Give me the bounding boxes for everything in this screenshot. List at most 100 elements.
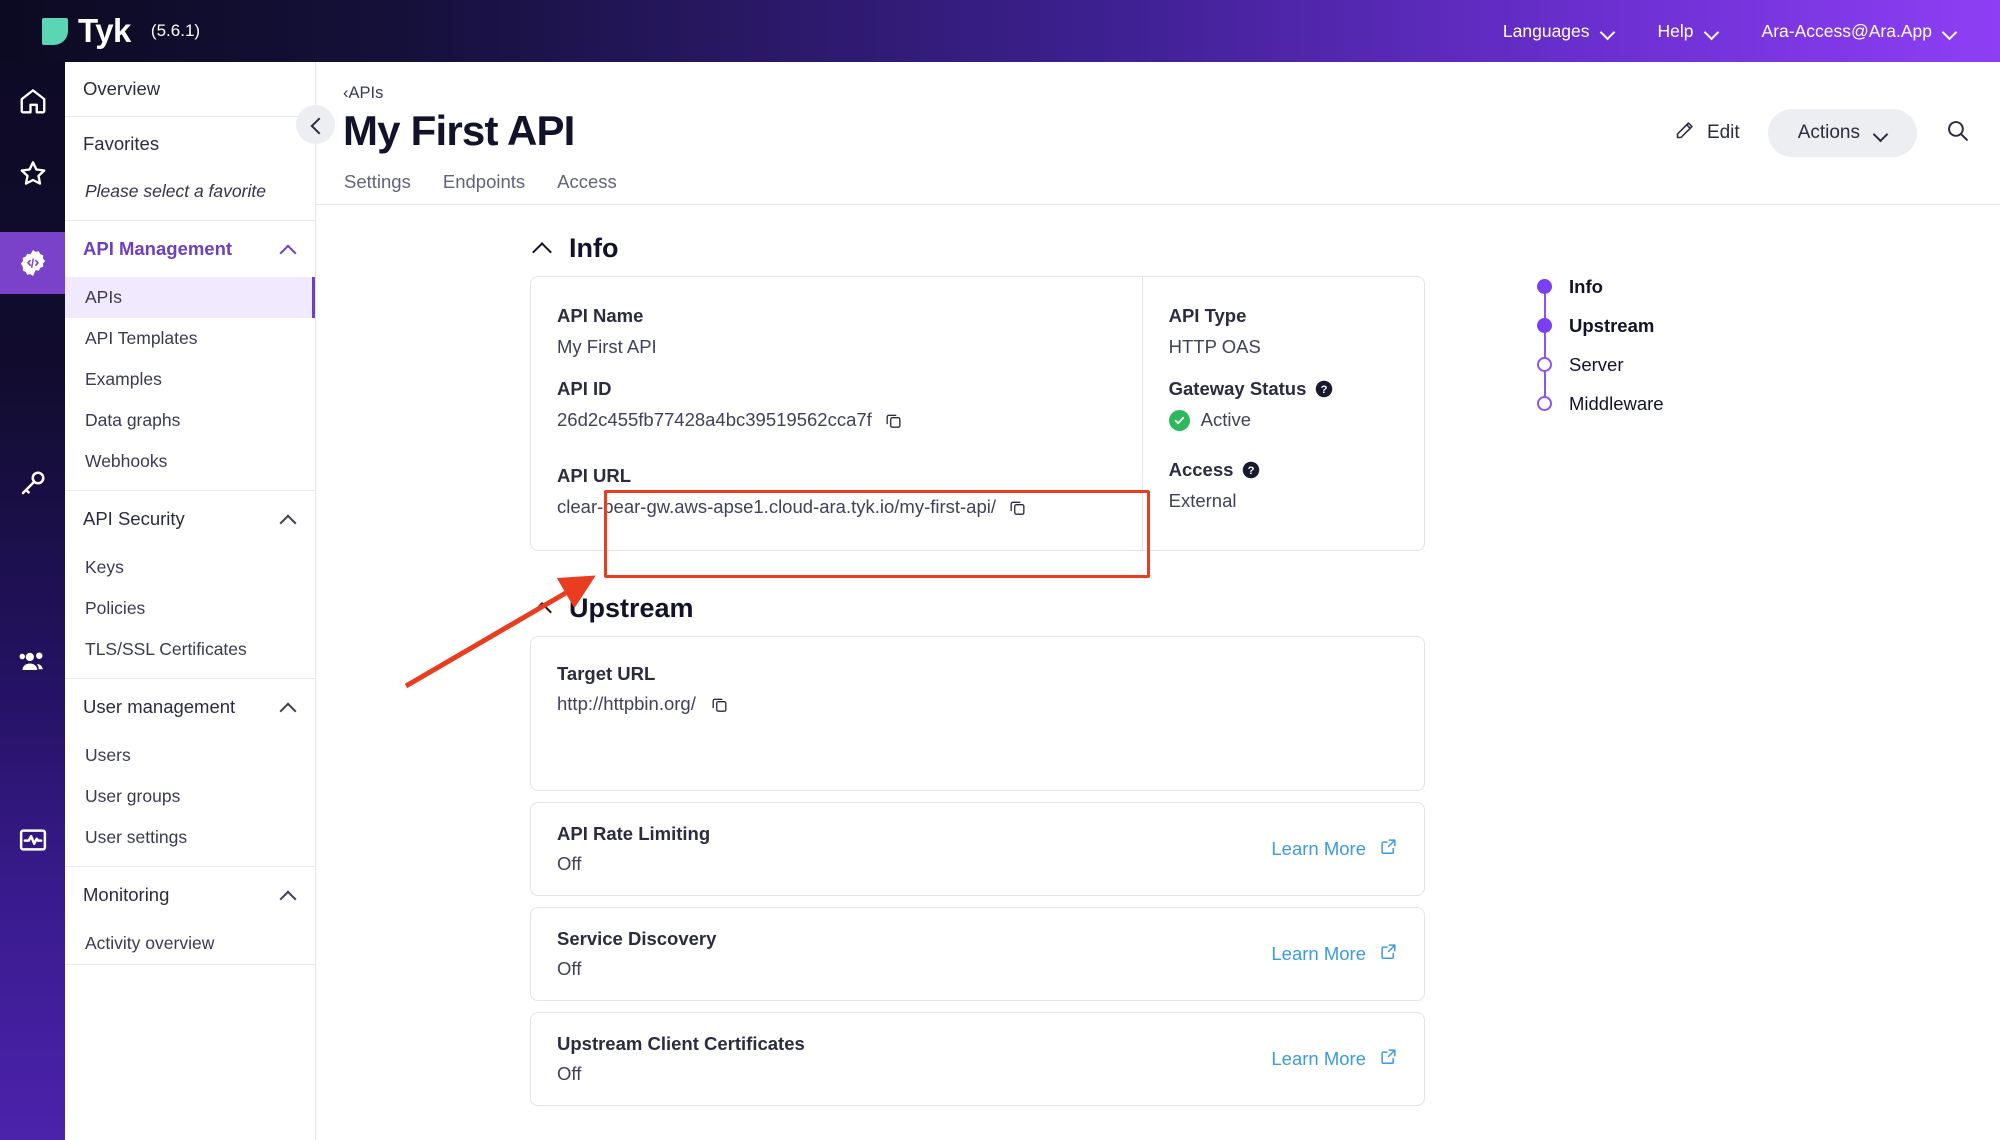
rail-item-api-management[interactable] (0, 232, 65, 294)
home-icon (18, 86, 48, 116)
breadcrumb[interactable]: ‹APIs (343, 84, 2000, 103)
actions-button[interactable]: Actions (1767, 109, 1917, 157)
chevron-up-icon (281, 703, 295, 712)
sidebar-collapse-button[interactable] (296, 105, 335, 144)
help-circle-icon[interactable]: ? (1242, 461, 1260, 479)
edit-button[interactable]: Edit (1674, 120, 1740, 147)
help-circle-icon[interactable]: ? (1315, 380, 1333, 398)
sidebar-section-api-security: API Security Keys Policies TLS/SSL Certi… (65, 491, 315, 679)
sidebar-group-api-security[interactable]: API Security (65, 491, 315, 547)
rail-item-home[interactable] (0, 70, 65, 132)
learn-more-link[interactable]: Learn More (1271, 942, 1398, 966)
chevron-up-icon (534, 243, 551, 254)
timeline-item-info[interactable]: Info (1531, 267, 1771, 306)
copy-icon[interactable] (884, 411, 903, 430)
timeline-connector (1543, 286, 1546, 404)
search-button[interactable] (1945, 118, 1970, 148)
sidebar-group-monitoring[interactable]: Monitoring (65, 867, 315, 923)
sidebar-item-user-groups[interactable]: User groups (65, 776, 315, 817)
rail-item-monitoring[interactable] (0, 809, 65, 871)
sidebar-item-policies[interactable]: Policies (65, 588, 315, 629)
timeline-dot-hollow-icon (1536, 357, 1552, 372)
gateway-status-label: Gateway Status (1168, 378, 1307, 399)
content-area: Info API Name My First API API ID 26d2c4… (316, 205, 2000, 1106)
external-link-icon (1379, 837, 1398, 861)
tab-access[interactable]: Access (557, 171, 617, 204)
search-icon (1945, 118, 1970, 148)
sidebar-item-user-settings[interactable]: User settings (65, 817, 315, 858)
chevron-down-icon (1705, 27, 1718, 35)
timeline-item-middleware[interactable]: Middleware (1531, 384, 1771, 423)
sidebar-item-overview[interactable]: Overview (65, 62, 315, 116)
sidebar-nav: Overview Favorites Please select a favor… (65, 62, 316, 1140)
chevron-down-icon (1601, 27, 1614, 35)
sidebar-item-apis[interactable]: APIs (65, 277, 315, 318)
timeline-item-server[interactable]: Server (1531, 345, 1771, 384)
upstream-client-certificates-row: Upstream Client Certificates Off Learn M… (530, 1012, 1425, 1106)
main-content: ‹APIs My First API Edit Actions Settings… (316, 62, 2000, 1140)
row-value: Off (557, 958, 582, 979)
row-value: Off (557, 853, 582, 874)
status-badge: Active (1168, 409, 1424, 431)
sidebar-group-user-management[interactable]: User management (65, 679, 315, 735)
info-section-header[interactable]: Info (534, 233, 2000, 264)
timeline-label: Info (1569, 275, 1603, 297)
sidebar-group-api-management[interactable]: API Management (65, 221, 315, 277)
api-type-value: HTTP OAS (1168, 336, 1261, 357)
svg-text:?: ? (1321, 384, 1328, 396)
api-name-field: API Name My First API (557, 305, 1142, 358)
version-label: (5.6.1) (150, 21, 201, 40)
help-menu[interactable]: Help (1658, 21, 1718, 42)
row-label: Upstream Client Certificates (557, 1033, 805, 1054)
sidebar-item-examples[interactable]: Examples (65, 359, 315, 400)
rail-item-user-management[interactable] (0, 631, 65, 693)
sidebar-group-label: API Security (83, 508, 185, 529)
access-field: Access ? External (1169, 459, 1424, 512)
languages-label: Languages (1502, 20, 1590, 41)
sidebar-favorites-empty: Please select a favorite (85, 181, 266, 201)
sidebar-section-favorites: Favorites Please select a favorite (65, 117, 315, 221)
sidebar-item-api-templates[interactable]: API Templates (65, 318, 315, 359)
sidebar-item-webhooks[interactable]: Webhooks (65, 441, 315, 482)
access-label: Access (1168, 459, 1234, 480)
timeline-item-upstream[interactable]: Upstream (1531, 306, 1771, 345)
sidebar-group-label: User management (83, 696, 236, 717)
star-icon (18, 158, 48, 188)
icon-rail (0, 62, 65, 1140)
sidebar-item-tls-ssl-certificates[interactable]: TLS/SSL Certificates (65, 629, 315, 670)
gateway-status-label-row: Gateway Status ? (1169, 378, 1424, 400)
api-url-label: API URL (557, 465, 631, 486)
chevron-up-icon (281, 891, 295, 900)
learn-more-label: Learn More (1271, 943, 1366, 964)
gateway-status-field: Gateway Status ? Active (1168, 378, 1424, 431)
tab-settings[interactable]: Settings (344, 171, 411, 204)
learn-more-link[interactable]: Learn More (1271, 837, 1398, 861)
target-url-card: Target URL http://httpbin.org/ (530, 636, 1425, 791)
timeline-dot-filled-icon (1536, 318, 1552, 333)
tab-endpoints[interactable]: Endpoints (443, 171, 525, 204)
learn-more-link[interactable]: Learn More (1271, 1047, 1398, 1071)
copy-icon[interactable] (1008, 498, 1027, 517)
service-discovery-row: Service Discovery Off Learn More (530, 907, 1425, 1001)
access-label-row: Access ? (1169, 459, 1424, 481)
api-url-value: clear-bear-gw.aws-apse1.cloud-ara.tyk.io… (557, 496, 997, 517)
languages-menu[interactable]: Languages (1503, 21, 1614, 42)
api-type-field: API Type HTTP OAS (1169, 305, 1424, 358)
api-id-field: API ID 26d2c455fb77428a4bc39519562cca7f (557, 378, 1142, 431)
sidebar-item-users[interactable]: Users (65, 735, 315, 776)
sidebar-item-keys[interactable]: Keys (65, 547, 315, 588)
account-menu[interactable]: Ara-Access@Ara.App (1762, 21, 1956, 42)
brand-logo[interactable]: Tyk (5.6.1) (42, 12, 200, 50)
rail-item-favorites[interactable] (0, 142, 65, 204)
copy-icon[interactable] (710, 695, 729, 714)
sidebar-item-data-graphs[interactable]: Data graphs (65, 400, 315, 441)
rail-item-api-security[interactable] (0, 452, 65, 514)
info-card: API Name My First API API ID 26d2c455fb7… (530, 276, 1425, 551)
sidebar-item-activity-overview[interactable]: Activity overview (65, 923, 315, 964)
edit-label: Edit (1706, 122, 1740, 143)
row-text: API Rate Limiting Off (557, 823, 710, 875)
access-value: External (1168, 490, 1237, 511)
upstream-section-header[interactable]: Upstream (534, 593, 2000, 624)
chevron-down-icon (1943, 27, 1956, 35)
sidebar-favorites-title[interactable]: Favorites (65, 117, 315, 171)
